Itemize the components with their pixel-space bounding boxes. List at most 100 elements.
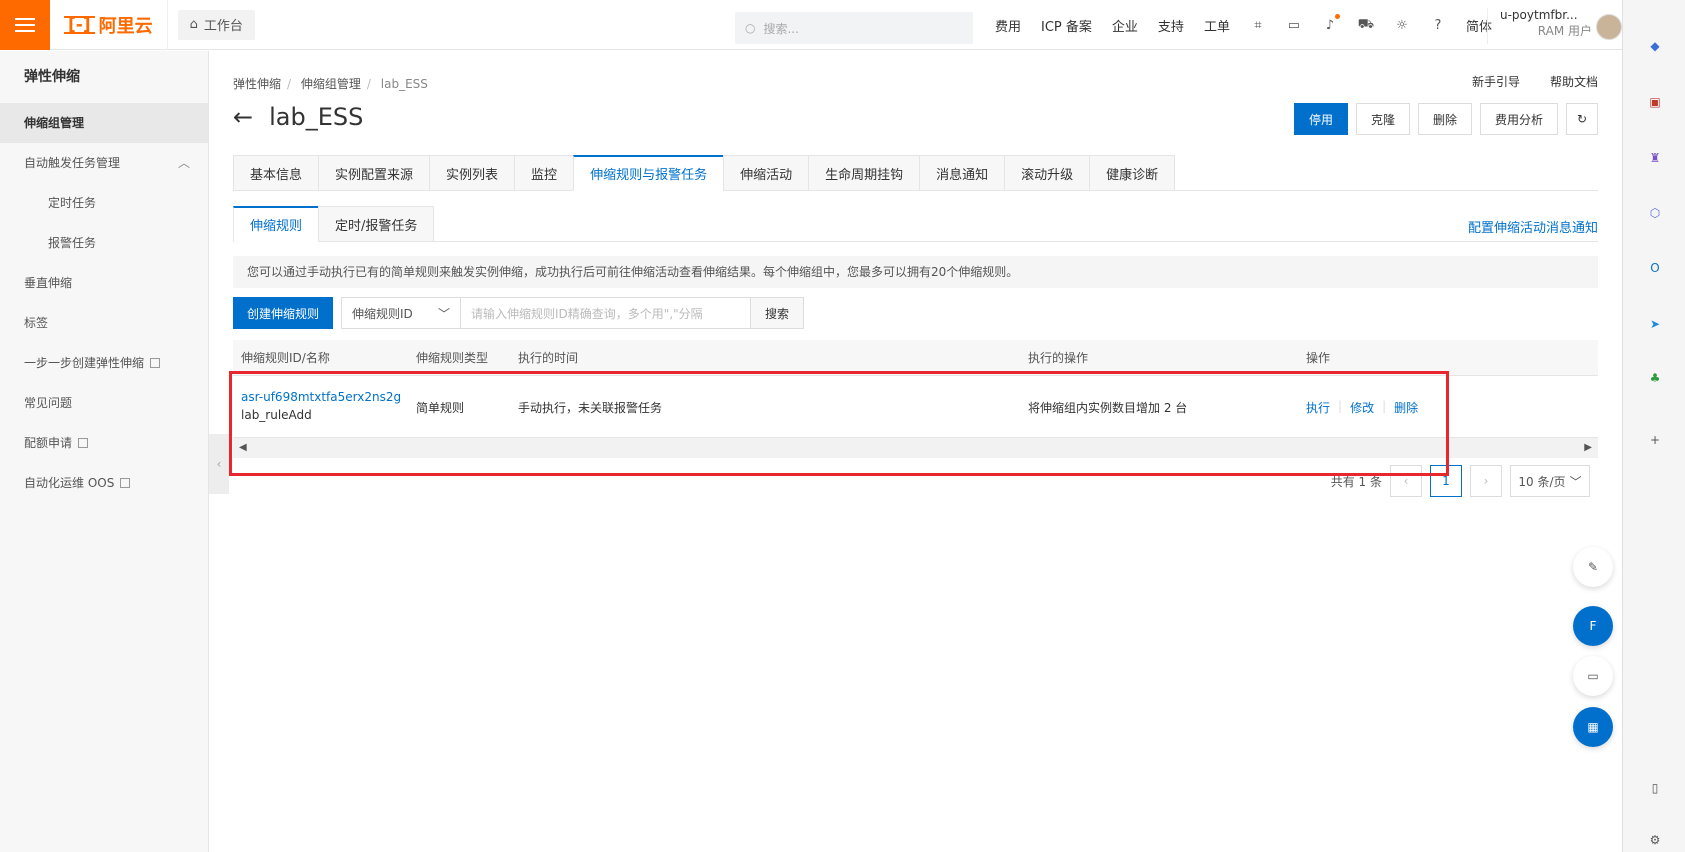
scroll-right-icon[interactable]: ▶	[1584, 442, 1592, 453]
bell-icon[interactable]: ♪	[1322, 14, 1340, 33]
horizontal-scrollbar[interactable]: ◀ ▶	[233, 438, 1598, 458]
sidebar-item-step-by-step[interactable]: 一步一步创建弹性伸缩	[0, 343, 208, 383]
back-arrow-icon[interactable]: ←	[233, 103, 253, 131]
page-number[interactable]: 1	[1430, 465, 1462, 497]
sidebar-item-label: 自动化运维 OOS	[24, 476, 115, 490]
outlook-icon[interactable]: O	[1643, 256, 1667, 280]
next-page-button[interactable]: ›	[1470, 465, 1502, 497]
breadcrumb-item[interactable]: 伸缩组管理	[301, 77, 361, 91]
cart-icon[interactable]: ⛟	[1358, 17, 1374, 33]
copilot-icon[interactable]: ⬡	[1643, 201, 1667, 225]
col-actions: 操作	[1306, 351, 1331, 365]
tab-instance-list[interactable]: 实例列表	[429, 155, 515, 191]
edit-feedback-icon[interactable]: ✎	[1573, 547, 1613, 587]
disable-button[interactable]: 停用	[1293, 103, 1348, 135]
refresh-icon[interactable]: ↻	[1566, 103, 1598, 135]
avatar[interactable]	[1596, 14, 1622, 40]
sidebar-item-tags[interactable]: 标签	[0, 303, 208, 343]
delete-link[interactable]: 删除	[1394, 399, 1418, 416]
page-size-value: 10 条/页	[1518, 474, 1566, 489]
assistant-icon[interactable]: F	[1573, 606, 1613, 646]
logo-text: 阿里云	[98, 15, 153, 37]
chess-icon[interactable]: ♜	[1643, 146, 1667, 170]
sidebar-item-vertical-scaling[interactable]: 垂直伸缩	[0, 263, 208, 303]
user-menu[interactable]: u-poytmfbr... RAM 用户	[1487, 8, 1622, 44]
subtab-scheduled-alarm[interactable]: 定时/报警任务	[318, 206, 435, 242]
sidebar-toggle-icon[interactable]: ▯	[1643, 776, 1667, 800]
cost-analysis-button[interactable]: 费用分析	[1479, 103, 1558, 135]
execute-link[interactable]: 执行	[1306, 399, 1330, 416]
rule-search-input[interactable]: 请输入伸缩规则ID精确查询，多个用","分隔	[461, 297, 752, 329]
apps-icon[interactable]: ▦	[1573, 707, 1613, 747]
docs-link[interactable]: 帮助文档	[1550, 73, 1598, 90]
lightbulb-icon[interactable]: ☼	[1394, 17, 1410, 33]
tag-icon[interactable]: ◆	[1643, 34, 1667, 58]
search-icon: ○	[745, 21, 756, 35]
delete-button[interactable]: 删除	[1417, 103, 1472, 135]
sidebar-item-alarm-tasks[interactable]: 报警任务	[0, 223, 208, 263]
filter-field-select[interactable]: 伸缩规则ID ﹀	[341, 297, 462, 329]
create-rule-button[interactable]: 创建伸缩规则	[233, 297, 334, 329]
sub-tabs: 伸缩规则 定时/报警任务	[233, 206, 1598, 242]
tab-notifications[interactable]: 消息通知	[919, 155, 1005, 191]
config-notification-link[interactable]: 配置伸缩活动消息通知	[1468, 217, 1598, 236]
tab-health-check[interactable]: 健康诊断	[1089, 155, 1176, 191]
table-header: 伸缩规则ID/名称 伸缩规则类型 执行的时间 执行的操作 操作	[233, 340, 1598, 376]
guide-link[interactable]: 新手引导	[1472, 73, 1520, 90]
code-icon[interactable]: ⌗	[1250, 17, 1266, 33]
sidebar-collapse-handle[interactable]: ‹	[209, 434, 229, 494]
sidebar-item-label: 垂直伸缩	[24, 276, 73, 290]
breadcrumb: 弹性伸缩 / 伸缩组管理 / lab_ESS	[233, 77, 428, 91]
sidebar-item-oos[interactable]: 自动化运维 OOS	[0, 463, 208, 503]
header-actions: 停用 克隆 删除 费用分析 ↻	[1293, 103, 1598, 135]
menu-button[interactable]	[0, 0, 50, 50]
tab-instance-config[interactable]: 实例配置来源	[318, 155, 430, 191]
sidebar-item-quota[interactable]: 配额申请	[0, 423, 208, 463]
briefcase-icon[interactable]: ▣	[1643, 90, 1667, 114]
pagination: 共有 1 条 ‹ 1 › 10 条/页 ﹀	[1331, 465, 1590, 497]
sidebar-item-scaling-groups[interactable]: 伸缩组管理	[0, 103, 208, 143]
rule-name: lab_ruleAdd	[241, 408, 312, 422]
logo[interactable]: [-] 阿里云	[50, 0, 168, 50]
subtab-scaling-rules[interactable]: 伸缩规则	[233, 206, 319, 242]
nav-fees[interactable]: 费用	[995, 16, 1021, 35]
tab-rolling-upgrade[interactable]: 滚动升级	[1004, 155, 1090, 191]
chevron-down-icon: ﹀	[438, 306, 451, 321]
tab-scaling-rules[interactable]: 伸缩规则与报警任务	[573, 155, 724, 191]
nav-support[interactable]: 支持	[1158, 16, 1184, 35]
help-links: 新手引导 帮助文档	[1472, 73, 1598, 90]
tab-monitor[interactable]: 监控	[514, 155, 574, 191]
chat-icon[interactable]: ▭	[1573, 656, 1613, 696]
sidebar-item-faq[interactable]: 常见问题	[0, 383, 208, 423]
breadcrumb-item[interactable]: 弹性伸缩	[233, 77, 281, 91]
tab-scaling-activity[interactable]: 伸缩活动	[723, 155, 809, 191]
edit-link[interactable]: 修改	[1350, 399, 1374, 416]
col-exec-op: 执行的操作	[1028, 351, 1089, 365]
terminal-icon[interactable]: ▭	[1286, 17, 1302, 33]
search-button[interactable]: 搜索	[751, 297, 805, 329]
prev-page-button[interactable]: ‹	[1390, 465, 1422, 497]
send-icon[interactable]: ➤	[1643, 312, 1667, 336]
tab-lifecycle-hooks[interactable]: 生命周期挂钩	[808, 155, 920, 191]
page-size-select[interactable]: 10 条/页 ﹀	[1510, 465, 1590, 497]
tab-basic-info[interactable]: 基本信息	[233, 155, 319, 191]
nav-ticket[interactable]: 工单	[1204, 16, 1230, 35]
col-rule-type: 伸缩规则类型	[416, 351, 489, 365]
external-link-icon	[120, 478, 131, 488]
search-input[interactable]: ○ 搜索...	[735, 12, 973, 44]
help-icon[interactable]: ?	[1430, 17, 1446, 33]
tree-icon[interactable]: ♣	[1643, 366, 1667, 390]
plus-icon[interactable]: +	[1643, 428, 1667, 452]
nav-enterprise[interactable]: 企业	[1112, 16, 1138, 35]
sidebar-item-auto-tasks[interactable]: 自动触发任务管理 ︿	[0, 143, 208, 183]
workbench-button[interactable]: ⌂ 工作台	[177, 9, 255, 40]
nav-icp[interactable]: ICP 备案	[1041, 16, 1092, 35]
browser-side-rail: ◆ ▣ ♜ ⬡ O ➤ ♣ + ▯ ⚙	[1622, 0, 1685, 852]
gear-icon[interactable]: ⚙	[1643, 828, 1667, 852]
sidebar-item-scheduled-tasks[interactable]: 定时任务	[0, 183, 208, 223]
clone-button[interactable]: 克隆	[1355, 103, 1410, 135]
rule-id-link[interactable]: asr-uf698mtxtfa5erx2ns2g	[241, 390, 401, 404]
scroll-left-icon[interactable]: ◀	[239, 442, 247, 453]
rules-table: 伸缩规则ID/名称 伸缩规则类型 执行的时间 执行的操作 操作 asr-uf69…	[233, 340, 1598, 458]
filter-field-value: 伸缩规则ID	[352, 306, 413, 321]
